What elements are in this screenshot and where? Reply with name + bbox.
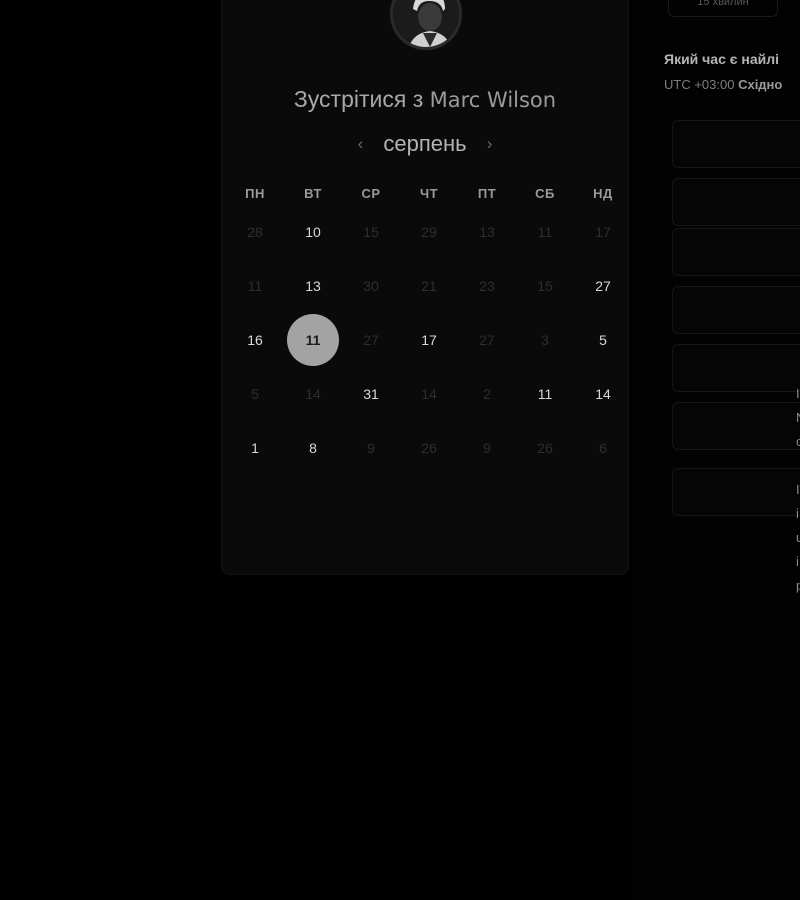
- day-cell: 13: [479, 224, 495, 240]
- time-slot[interactable]: [672, 286, 800, 334]
- side-letter: N: [796, 406, 800, 430]
- day-cell: 14: [421, 386, 437, 402]
- day-cell[interactable]: 11: [519, 368, 571, 420]
- day-cell: 27: [479, 332, 495, 348]
- month-navigation: ‹ серпень ›: [222, 131, 628, 157]
- side-letter: p: [796, 578, 800, 593]
- day-cell[interactable]: 17: [403, 314, 455, 366]
- time-slot[interactable]: [672, 120, 800, 168]
- side-letter: i: [796, 506, 799, 521]
- day-cell[interactable]: 5: [577, 314, 629, 366]
- day-cell: 5: [251, 386, 259, 402]
- day-cell: 28: [247, 224, 263, 240]
- month-label: серпень: [383, 131, 467, 156]
- day-cell: 9: [367, 440, 375, 456]
- weekday-header: НД: [593, 186, 613, 201]
- day-cell[interactable]: 10: [287, 206, 339, 258]
- day-cell: 26: [421, 440, 437, 456]
- title-prefix: Зустрітися з: [293, 86, 424, 112]
- side-text-2: I i u i p: [796, 478, 800, 598]
- day-cell: 11: [247, 278, 263, 294]
- time-question: Який час є найлі: [664, 51, 780, 67]
- side-letter: u: [796, 530, 800, 545]
- time-slot[interactable]: [672, 468, 800, 516]
- day-cell: 15: [537, 278, 553, 294]
- day-cell: 30: [363, 278, 379, 294]
- time-slot[interactable]: [672, 178, 800, 226]
- timezone-selector[interactable]: UTC +03:00 Східно: [664, 77, 782, 92]
- day-cell: 15: [363, 224, 379, 240]
- weekday-header: ПТ: [477, 186, 497, 201]
- side-letter: c: [796, 434, 800, 449]
- day-cell[interactable]: 27: [577, 260, 629, 312]
- host-name: Marc Wilson: [429, 88, 557, 112]
- booking-card: Зустрітися з Marc Wilson ‹ серпень › ПН В…: [222, 0, 628, 574]
- time-selection-panel: 15 хвилин Який час є найлі UTC +03:00 Сх…: [632, 0, 800, 900]
- day-cell: 27: [363, 332, 379, 348]
- day-cell: 29: [421, 224, 437, 240]
- page-title: Зустрітися з Marc Wilson: [222, 86, 628, 113]
- weekday-header: ЧТ: [419, 186, 439, 201]
- day-cell: 17: [595, 224, 611, 240]
- day-cell: 14: [305, 386, 321, 402]
- selected-day-cell[interactable]: 11: [287, 314, 339, 366]
- weekday-header: СБ: [535, 186, 555, 201]
- day-cell: 9: [483, 440, 491, 456]
- weekday-header: ВТ: [304, 186, 322, 201]
- chevron-left-icon[interactable]: ‹: [344, 134, 378, 154]
- timezone-name: Східно: [738, 77, 783, 92]
- day-cell: 3: [541, 332, 549, 348]
- time-slot[interactable]: [672, 402, 800, 450]
- day-cell[interactable]: 14: [577, 368, 629, 420]
- day-cell: 21: [421, 278, 437, 294]
- day-cell[interactable]: 8: [287, 422, 339, 474]
- day-cell: 11: [537, 224, 553, 240]
- weekday-header: СР: [361, 186, 381, 201]
- host-photo: [393, 0, 459, 47]
- side-letter: I: [796, 482, 800, 497]
- duration-badge[interactable]: 15 хвилин: [668, 0, 778, 17]
- day-cell[interactable]: 16: [229, 314, 281, 366]
- day-cell[interactable]: 13: [287, 260, 339, 312]
- day-cell: 23: [479, 278, 495, 294]
- day-cell: 2: [483, 386, 491, 402]
- day-cell: 6: [599, 440, 607, 456]
- side-letter: I: [796, 386, 800, 401]
- timezone-offset: UTC +03:00: [664, 77, 735, 92]
- chevron-right-icon[interactable]: ›: [473, 134, 507, 154]
- weekday-header: ПН: [245, 186, 265, 201]
- day-cell: 26: [537, 440, 553, 456]
- day-cell[interactable]: 31: [345, 368, 397, 420]
- side-text-1: I N c: [796, 382, 800, 454]
- day-cell[interactable]: 1: [229, 422, 281, 474]
- time-slot[interactable]: [672, 344, 800, 392]
- side-letter: i: [796, 554, 799, 569]
- time-slot[interactable]: [672, 228, 800, 276]
- avatar: [390, 0, 462, 50]
